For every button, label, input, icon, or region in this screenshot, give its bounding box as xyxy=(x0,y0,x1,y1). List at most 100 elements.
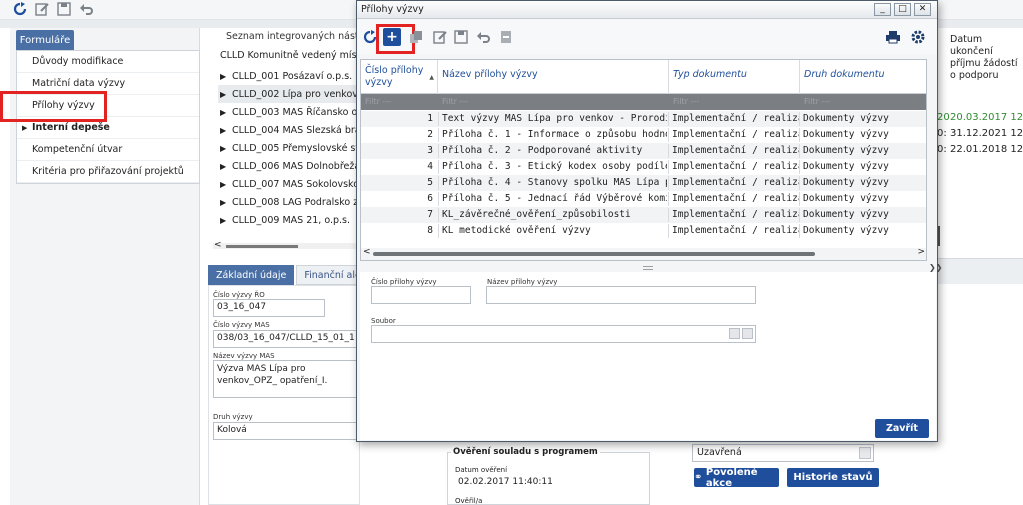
row-expand-icon[interactable]: ▶ xyxy=(218,72,232,81)
menu-item-kompetencni-utvar[interactable]: Kompetenční útvar xyxy=(17,139,199,161)
refresh-icon[interactable] xyxy=(12,1,28,17)
row-expand-icon[interactable]: ▶ xyxy=(218,162,232,171)
file-open-icon[interactable] xyxy=(729,328,740,339)
scroll-right-icon[interactable]: > xyxy=(917,247,925,257)
clld-row[interactable]: ▶ CLLD_006 MAS Dolnobřeža xyxy=(218,157,363,175)
column-header-typ[interactable]: Typ dokumentu xyxy=(669,60,800,94)
table-row[interactable]: 8 KL metodické ověření výzvy Implementač… xyxy=(361,223,926,239)
status-field[interactable]: Uzavřená xyxy=(692,444,874,462)
splitter-handle[interactable] xyxy=(643,266,653,270)
prilohy-vyzvy-dialog: Přílohy výzvy _ □ ✕ + Číslo přílohy výzv… xyxy=(356,0,942,442)
edit-icon[interactable] xyxy=(34,1,50,17)
undo-icon[interactable] xyxy=(474,28,492,46)
overeni-title: Ověření souladu s programem xyxy=(451,447,600,457)
save-icon[interactable] xyxy=(452,28,470,46)
row-expand-icon[interactable]: ▶ xyxy=(218,126,232,135)
row-expand-icon[interactable]: ▶ xyxy=(218,216,232,225)
list-scrollbar-thumb[interactable] xyxy=(226,245,298,248)
minimize-button[interactable]: _ xyxy=(874,3,891,16)
column-label: Číslo přílohy výzvy xyxy=(365,65,424,88)
right-band xyxy=(935,258,1023,284)
cislo-prilohy-input[interactable] xyxy=(371,286,471,304)
cell-num: 3 xyxy=(427,145,433,156)
cislo-vyzvy-mas-field[interactable]: 038/03_16_047/CLLD_15_01_1 xyxy=(213,330,358,348)
table-row[interactable]: 1 Text výzvy MAS Lípa pro venkov - Proro… xyxy=(361,111,926,127)
file-clear-icon[interactable] xyxy=(742,328,753,339)
dialog-title: Přílohy výzvy xyxy=(361,4,424,15)
scroll-left-icon[interactable]: < xyxy=(214,240,222,250)
clld-row[interactable]: ▶ CLLD_009 MAS 21, o.p.s. xyxy=(218,211,363,229)
zavrit-button[interactable]: Zavřít xyxy=(875,419,929,438)
soubor-input[interactable] xyxy=(371,325,756,343)
table-row[interactable]: 7 KL_závěrečné_ověření_způsobilosti Impl… xyxy=(361,207,926,223)
filter-cislo[interactable]: Filtr --- xyxy=(365,97,391,106)
clld-row-selected[interactable]: ▶ CLLD_002 Lípa pro venkov xyxy=(218,85,363,103)
column-header-druh[interactable]: Druh dokumentu xyxy=(800,60,926,94)
scroll-left-icon[interactable]: < xyxy=(363,247,371,257)
row-expand-icon[interactable]: ▶ xyxy=(218,198,232,207)
row-expand-icon[interactable]: ▶ xyxy=(218,90,232,99)
expand-arrow-icon[interactable]: ▶ xyxy=(22,124,27,132)
filter-nazev[interactable]: Filtr --- xyxy=(442,97,468,106)
cell-typ: Implementační / realizační 2 xyxy=(668,112,799,126)
partial-value: 20 xyxy=(937,112,950,123)
clld-code: CLLD_006 xyxy=(232,160,280,172)
cell-typ: Implementační / realizační 2 xyxy=(668,208,799,222)
clld-code: CLLD_005 xyxy=(232,142,280,154)
edit-icon[interactable] xyxy=(431,28,449,46)
historie-stavu-button[interactable]: Historie stavů xyxy=(787,468,879,487)
column-header-nazev[interactable]: Název přílohy výzvy xyxy=(438,60,669,94)
row-expand-icon[interactable]: ▶ xyxy=(218,144,232,153)
column-header-cislo[interactable]: Číslo přílohy výzvy ▲ xyxy=(361,60,438,94)
tab-formulare[interactable]: Formuláře xyxy=(16,30,74,50)
menu-item-kriteria[interactable]: Kritéria pro přiřazování projektů xyxy=(17,161,199,183)
filter-typ[interactable]: Filtr --- xyxy=(673,97,699,106)
filter-druh[interactable]: Filtr --- xyxy=(804,97,830,106)
table-row[interactable]: 2 Příloha č. 1 - Informace o způsobu hod… xyxy=(361,127,926,143)
cell-druh: Dokumenty výzvy xyxy=(799,128,926,142)
table-row[interactable]: 5 Příloha č. 4 - Stanovy spolku MAS Lípa… xyxy=(361,175,926,191)
clld-row[interactable]: ▶ CLLD_003 MAS Říčansko o xyxy=(218,103,363,121)
cislo-vyzvy-ro-field[interactable]: 03_16_047 xyxy=(213,299,325,317)
nazev-prilohy-input[interactable] xyxy=(486,286,756,304)
grid-scrollbar[interactable]: < > xyxy=(361,247,926,260)
delete-icon[interactable] xyxy=(497,28,515,46)
field-label: Název přílohy výzvy xyxy=(487,278,558,286)
field-label: Číslo výzvy ŘO xyxy=(213,291,265,299)
close-button[interactable]: ✕ xyxy=(914,3,931,16)
link-icon: ⚭ xyxy=(694,472,706,483)
clld-row[interactable]: ▶ CLLD_008 LAG Podralsko z xyxy=(218,193,363,211)
grid-scrollbar-thumb[interactable] xyxy=(373,252,815,256)
nazev-vyzvy-mas-field[interactable]: Výzva MAS Lípa pro venkov_OPZ_ opatření_… xyxy=(213,360,358,398)
menu-item-label: Interní depeše xyxy=(32,122,110,133)
field-label: Druh výzvy xyxy=(213,413,253,421)
menu-item-duvody-modifikace[interactable]: Důvody modifikace xyxy=(17,51,199,73)
povolene-akce-button[interactable]: ⚭ Povolené akce xyxy=(694,467,779,489)
table-row[interactable]: 3 Příloha č. 2 - Podporované aktivity Im… xyxy=(361,143,926,159)
row-expand-icon[interactable]: ▶ xyxy=(218,180,232,189)
settings-gear-icon[interactable] xyxy=(909,28,927,46)
undo-icon[interactable] xyxy=(78,1,94,17)
datum-value: 31.12.2021 12: xyxy=(950,128,1023,139)
table-row[interactable]: 6 Příloha č. 5 - Jednací řád Výběrové ko… xyxy=(361,191,926,207)
cell-name: Text výzvy MAS Lípa pro venkov - Prorodi… xyxy=(438,112,667,126)
clld-name: LAG Podralsko z xyxy=(282,196,359,208)
table-row[interactable]: 4 Příloha č. 3 - Etický kodex osoby podí… xyxy=(361,159,926,175)
collapse-chevron-icon[interactable]: ❯❯ xyxy=(929,263,942,272)
clld-row[interactable]: ▶ CLLD_007 MAS Sokolovsko xyxy=(218,175,363,193)
detail-tabs: Základní údaje Finanční alok xyxy=(208,265,376,285)
save-icon[interactable] xyxy=(56,1,72,17)
column-label: Název přílohy výzvy xyxy=(442,69,538,80)
maximize-button[interactable]: □ xyxy=(894,3,911,16)
list-icon[interactable] xyxy=(859,447,871,459)
clld-row[interactable]: ▶ CLLD_004 MAS Slezská bra xyxy=(218,121,363,139)
clld-row[interactable]: ▶ CLLD_005 Přemyslovské st xyxy=(218,139,363,157)
druh-vyzvy-field[interactable]: Kolová xyxy=(213,422,358,440)
copy-icon[interactable] xyxy=(407,28,425,46)
row-expand-icon[interactable]: ▶ xyxy=(218,108,232,117)
tab-zakladni-udaje[interactable]: Základní údaje xyxy=(208,265,295,285)
clld-row[interactable]: ▶ CLLD_001 Posázaví o.p.s. xyxy=(218,67,363,85)
dialog-titlebar[interactable]: Přílohy výzvy _ □ ✕ xyxy=(357,1,937,19)
cell-num: 7 xyxy=(427,209,433,220)
print-icon[interactable] xyxy=(884,28,902,46)
